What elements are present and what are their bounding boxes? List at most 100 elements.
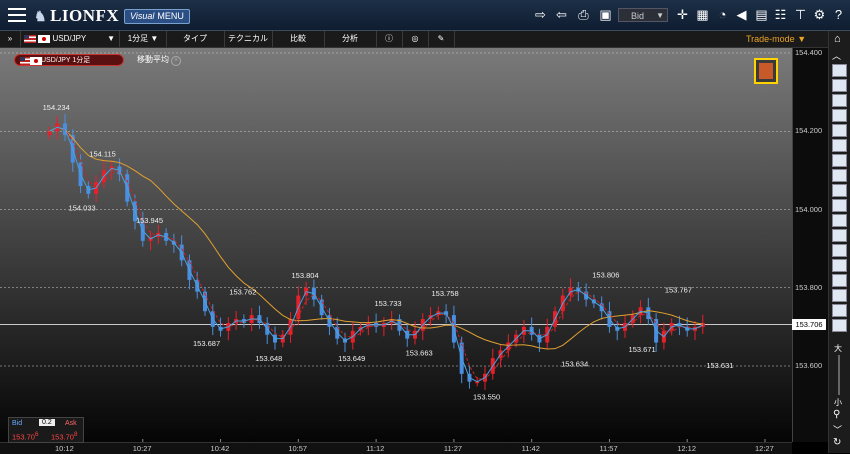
analysis-menu[interactable]: 分析 <box>324 31 377 47</box>
japan-flag-icon <box>30 57 42 65</box>
ellipse-tool-icon[interactable] <box>832 259 847 272</box>
horizontal-line-icon[interactable] <box>832 139 847 152</box>
ask-price[interactable]: 153.708 <box>51 431 77 442</box>
crosshair-icon[interactable]: ✛ <box>674 7 691 23</box>
compare-menu[interactable]: 比較 <box>272 31 325 47</box>
price-axis[interactable]: 154.400 154.200 154.000 153.800 153.600 <box>792 48 829 442</box>
x-tick-label: 10:12 <box>55 444 74 453</box>
bid-price[interactable]: 153.706 <box>12 431 38 442</box>
cursor-tool-icon[interactable] <box>832 64 847 77</box>
chart-export-icon[interactable]: ⇨ <box>532 7 549 23</box>
price-annotation: 154.234 <box>43 103 70 112</box>
bid-label: Bid <box>12 420 23 427</box>
price-annotation: 153.945 <box>136 216 163 225</box>
price-annotation: 153.806 <box>592 270 619 279</box>
current-price-label: 153.706 <box>792 319 826 331</box>
refresh-icon[interactable]: ↻ <box>833 437 841 448</box>
help-icon[interactable]: ? <box>830 7 847 23</box>
collapse-panel-icon[interactable]: » <box>0 31 21 47</box>
gear-icon[interactable]: ⚙ <box>811 7 828 23</box>
alert-icon[interactable]: ☷ <box>772 7 789 23</box>
chart-toolbar: » USD/JPY ▼ 1分足 ▼ タイプ テクニカル 比較 分析 ⓘ ◎ ✎ … <box>0 31 850 48</box>
info-icon[interactable]: ⓘ <box>376 31 403 47</box>
zoom-in-label[interactable]: 大 <box>834 343 842 354</box>
price-annotation: 153.804 <box>292 271 319 280</box>
indicator-label[interactable]: 移動平均 × <box>137 54 181 66</box>
pitchfork-tool-icon[interactable] <box>832 289 847 302</box>
candle[interactable] <box>47 131 52 136</box>
chevron-down-icon: ▼ <box>797 34 807 44</box>
price-annotation: 153.649 <box>338 354 365 363</box>
fibonacci-fan-icon[interactable] <box>832 169 847 182</box>
price-annotation: 154.115 <box>89 150 116 159</box>
measure-tool-icon[interactable] <box>832 304 847 317</box>
x-tick-label: 10:42 <box>210 444 230 453</box>
x-tick-label: 11:57 <box>599 444 618 453</box>
text-tool-icon[interactable] <box>832 244 847 257</box>
chevron-down-icon: ▼ <box>150 34 159 43</box>
drawing-tool-icon[interactable]: ✎ <box>428 31 455 47</box>
us-flag-icon <box>24 34 36 43</box>
line-tool-icon[interactable] <box>832 79 847 92</box>
wave-tool-icon[interactable] <box>832 199 847 212</box>
price-annotation: 153.733 <box>374 299 401 308</box>
order-icon[interactable]: ⊤ <box>792 7 809 23</box>
triangle-tool-icon[interactable] <box>832 274 847 287</box>
fibonacci-tool-icon[interactable] <box>832 154 847 167</box>
price-type-select[interactable]: Bid ▼ <box>618 8 668 22</box>
ray-tool-icon[interactable] <box>832 109 847 122</box>
close-icon[interactable]: × <box>171 56 181 66</box>
currency-pair-select[interactable]: USD/JPY ▼ <box>20 31 120 47</box>
zoom-slider[interactable] <box>838 355 840 395</box>
y-tick-label: 153.800 <box>795 282 823 292</box>
time-axis[interactable]: 10:12 10:27 10:42 10:57 11:12 11:27 11:42 11:57… <box>0 442 792 454</box>
zoom-out-label[interactable]: 小 <box>834 397 842 408</box>
chart-thumbnail-icon[interactable] <box>754 58 778 84</box>
chart-canvas[interactable]: 154.234 154.033 154.115 153.945 153.687 153.7… <box>0 48 792 442</box>
price-annotation: 154.033 <box>69 204 96 213</box>
bid-ask-panel[interactable]: Bid 0.2 Ask 153.706 153.708 <box>8 417 84 443</box>
lion-logo-icon: ♞ <box>34 10 48 25</box>
home-icon[interactable]: ⌂ <box>834 33 841 45</box>
visual-menu-button[interactable]: Visual MENU <box>124 9 190 24</box>
chart-symbol-badge[interactable]: USD/JPY 1分足 <box>14 54 124 66</box>
chart-type-icon[interactable]: ▦ <box>694 7 711 23</box>
x-tick-label: 10:57 <box>288 444 308 453</box>
news-icon[interactable]: ▤ <box>753 7 770 23</box>
sound-icon[interactable]: ◀ <box>733 7 750 23</box>
trade-mode-toggle[interactable]: Trade-mode ▼ <box>746 32 806 46</box>
rectangle-tool-icon[interactable] <box>832 229 847 242</box>
price-annotation: 153.767 <box>665 286 692 295</box>
hamburger-menu-icon[interactable] <box>8 8 26 22</box>
chevron-up-icon[interactable]: ︿ <box>832 49 841 62</box>
trendline-tool-icon[interactable] <box>832 94 847 107</box>
search-icon[interactable]: ⚲ <box>833 409 840 420</box>
x-tick-label: 11:42 <box>521 444 540 453</box>
save-icon[interactable]: ▣ <box>597 7 614 23</box>
channel-tool-icon[interactable] <box>832 124 847 137</box>
price-annotation: 153.687 <box>193 339 220 348</box>
target-icon[interactable]: ◎ <box>402 31 429 47</box>
chart-type-menu[interactable]: タイプ <box>166 31 225 47</box>
timeframe-select[interactable]: 1分足 ▼ <box>120 31 167 47</box>
arc-tool-icon[interactable] <box>832 184 847 197</box>
technical-menu[interactable]: テクニカル <box>224 31 273 47</box>
tool-sidebar: ⌂ ︿ 大 小 ⚲ ﹀ ↻ <box>828 31 850 453</box>
pie-chart-icon[interactable]: ◔ <box>714 7 731 23</box>
chevron-down-icon: ▼ <box>107 34 115 43</box>
chart-import-icon[interactable]: ⇦ <box>553 7 570 23</box>
price-annotation: 153.758 <box>432 289 459 298</box>
ask-label: Ask <box>65 420 77 427</box>
gann-tool-icon[interactable] <box>832 214 847 227</box>
price-annotation: 153.762 <box>229 288 256 297</box>
price-annotation: 153.648 <box>255 354 282 363</box>
spread-value: 0.2 <box>39 419 55 426</box>
x-tick-label: 11:12 <box>366 444 385 453</box>
delete-tool-icon[interactable] <box>832 319 847 332</box>
price-chart[interactable]: 154.234 154.033 154.115 153.945 153.687 153.7… <box>0 48 792 442</box>
y-tick-label: 154.000 <box>795 204 823 214</box>
price-annotation: 153.663 <box>406 348 433 357</box>
chevron-down-icon[interactable]: ﹀ <box>833 423 842 436</box>
print-icon[interactable]: ⎙ <box>575 7 592 23</box>
chart-background <box>0 48 792 442</box>
